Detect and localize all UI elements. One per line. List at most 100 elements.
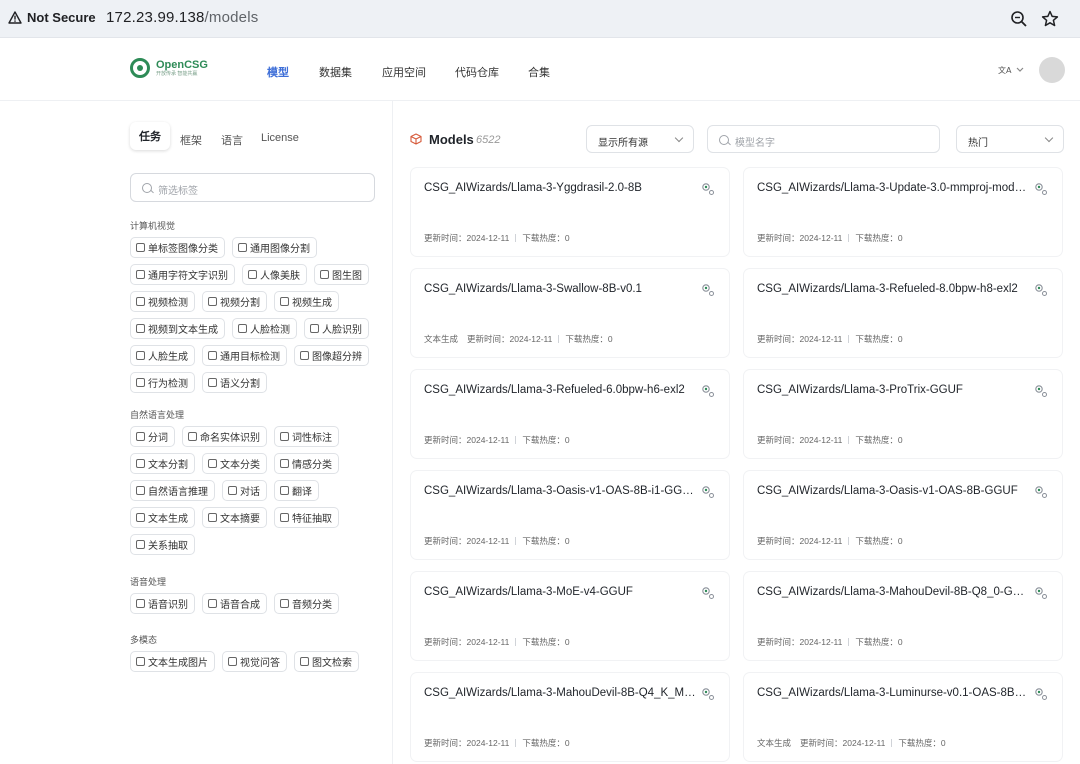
task-chip[interactable]: 对话 <box>222 480 267 501</box>
nav-models[interactable]: 模型 <box>267 64 289 80</box>
task-chip[interactable]: 图像超分辨 <box>294 345 369 366</box>
tab-framework[interactable]: 框架 <box>180 132 202 148</box>
task-icon <box>208 297 217 306</box>
model-search-input[interactable]: 模型名字 <box>707 125 940 153</box>
logo[interactable]: OpenCSG 开放传承 智能共赢 <box>130 58 208 78</box>
task-chip[interactable]: 语音合成 <box>202 593 267 614</box>
model-name[interactable]: CSG_AIWizards/Llama-3-Luminurse-v0.1-OAS… <box>757 687 1029 699</box>
model-card[interactable]: CSG_AIWizards/Llama-3-Oasis-v1-OAS-8B-GG… <box>744 471 1062 559</box>
url-field[interactable]: 172.23.99.138/models <box>106 9 258 26</box>
task-chip[interactable]: 通用图像分割 <box>232 237 317 258</box>
task-chip[interactable]: 文本生成 <box>130 507 195 528</box>
task-chip[interactable]: 人像美肤 <box>242 264 307 285</box>
tab-task[interactable]: 任务 <box>130 122 170 150</box>
task-chip[interactable]: 人脸识别 <box>304 318 369 339</box>
task-chip-label: 文本生成 <box>148 514 188 525</box>
model-card[interactable]: CSG_AIWizards/Llama-3-MahouDevil-8B-Q8_0… <box>744 572 1062 660</box>
model-card[interactable]: CSG_AIWizards/Llama-3-Luminurse-v0.1-OAS… <box>744 673 1062 761</box>
model-card[interactable]: CSG_AIWizards/Llama-3-Update-3.0-mmproj-… <box>744 168 1062 256</box>
update-date: 2024-12-11 <box>466 738 510 748</box>
task-icon <box>136 297 145 306</box>
task-chip[interactable]: 视频检测 <box>130 291 195 312</box>
nav-code[interactable]: 代码仓库 <box>455 64 499 80</box>
task-chip[interactable]: 翻译 <box>274 480 319 501</box>
model-name[interactable]: CSG_AIWizards/Llama-3-Refueled-8.0bpw-h8… <box>757 283 1029 295</box>
model-name[interactable]: CSG_AIWizards/Llama-3-MoE-v4-GGUF <box>424 586 696 598</box>
task-chip[interactable]: 人脸生成 <box>130 345 195 366</box>
nav-collections[interactable]: 合集 <box>528 64 550 80</box>
task-chip[interactable]: 视频生成 <box>274 291 339 312</box>
task-chip[interactable]: 关系抽取 <box>130 534 195 555</box>
task-chip[interactable]: 语音识别 <box>130 593 195 614</box>
nav-spaces[interactable]: 应用空间 <box>382 64 426 80</box>
task-chip[interactable]: 人脸检测 <box>232 318 297 339</box>
language-switcher[interactable]: 文A <box>998 64 1024 76</box>
security-indicator[interactable]: Not Secure <box>8 10 96 25</box>
task-icon <box>136 324 145 333</box>
task-chip-label: 文本摘要 <box>220 514 260 525</box>
task-chip[interactable]: 视觉问答 <box>222 651 287 672</box>
zoom-icon[interactable] <box>1009 9 1029 29</box>
task-chip[interactable]: 文本摘要 <box>202 507 267 528</box>
model-search-placeholder: 模型名字 <box>735 138 775 149</box>
task-chip[interactable]: 情感分类 <box>274 453 339 474</box>
model-card[interactable]: CSG_AIWizards/Llama-3-MahouDevil-8B-Q4_K… <box>411 673 729 761</box>
model-name[interactable]: CSG_AIWizards/Llama-3-MahouDevil-8B-Q4_K… <box>424 687 696 699</box>
update-label: 更新时间： <box>757 637 800 647</box>
task-chip[interactable]: 视频到文本生成 <box>130 318 225 339</box>
model-card[interactable]: CSG_AIWizards/Llama-3-ProTrix-GGUF 更新时间：2… <box>744 370 1062 458</box>
model-card[interactable]: CSG_AIWizards/Llama-3-Refueled-8.0bpw-h8… <box>744 269 1062 357</box>
task-chip-label: 通用目标检测 <box>220 352 280 363</box>
logo-name: OpenCSG <box>156 58 208 71</box>
task-chip[interactable]: 文本生成图片 <box>130 651 215 672</box>
task-chip[interactable]: 命名实体识别 <box>182 426 267 447</box>
model-name[interactable]: CSG_AIWizards/Llama-3-Swallow-8B-v0.1 <box>424 283 696 295</box>
model-card[interactable]: CSG_AIWizards/Llama-3-MoE-v4-GGUF 更新时间：20… <box>411 572 729 660</box>
tab-license[interactable]: License <box>261 132 299 144</box>
tab-language[interactable]: 语言 <box>221 132 243 148</box>
url-path: /models <box>204 9 259 26</box>
update-label: 更新时间： <box>757 233 800 243</box>
task-chip[interactable]: 特征抽取 <box>274 507 339 528</box>
tag-filter-input[interactable]: 筛选标签 <box>130 173 375 202</box>
source-select[interactable]: 显示所有源 <box>586 125 694 153</box>
task-icon <box>136 243 145 252</box>
bookmark-star-icon[interactable] <box>1040 9 1060 29</box>
nav-datasets[interactable]: 数据集 <box>319 64 352 80</box>
sort-select[interactable]: 热门 <box>956 125 1064 153</box>
download-label: 下载热度： <box>855 435 898 445</box>
model-card[interactable]: CSG_AIWizards/Llama-3-Swallow-8B-v0.1 文本生… <box>411 269 729 357</box>
model-name[interactable]: CSG_AIWizards/Llama-3-Update-3.0-mmproj-… <box>757 182 1029 194</box>
divider <box>392 101 393 764</box>
task-chip[interactable]: 分词 <box>130 426 175 447</box>
meta-separator <box>848 234 850 242</box>
task-chip[interactable]: 词性标注 <box>274 426 339 447</box>
task-chip[interactable]: 通用字符文字识别 <box>130 264 235 285</box>
task-chip[interactable]: 视频分割 <box>202 291 267 312</box>
model-name[interactable]: CSG_AIWizards/Llama-3-MahouDevil-8B-Q8_0… <box>757 586 1029 598</box>
task-chip[interactable]: 文本分类 <box>202 453 267 474</box>
task-icon <box>228 486 237 495</box>
task-chip[interactable]: 自然语言推理 <box>130 480 215 501</box>
model-name[interactable]: CSG_AIWizards/Llama-3-Oasis-v1-OAS-8B-i1… <box>424 485 696 497</box>
task-chip[interactable]: 音频分类 <box>274 593 339 614</box>
task-chip[interactable]: 图生图 <box>314 264 369 285</box>
model-name[interactable]: CSG_AIWizards/Llama-3-ProTrix-GGUF <box>757 384 1029 396</box>
model-name[interactable]: CSG_AIWizards/Llama-3-Refueled-6.0bpw-h6… <box>424 384 696 396</box>
model-name[interactable]: CSG_AIWizards/Llama-3-Yggdrasil-2.0-8B <box>424 182 696 194</box>
download-label: 下载热度： <box>522 738 565 748</box>
model-card[interactable]: CSG_AIWizards/Llama-3-Refueled-6.0bpw-h6… <box>411 370 729 458</box>
task-chip[interactable]: 单标签图像分类 <box>130 237 225 258</box>
task-chip[interactable]: 语义分割 <box>202 372 267 393</box>
model-name[interactable]: CSG_AIWizards/Llama-3-Oasis-v1-OAS-8B-GG… <box>757 485 1029 497</box>
task-chip[interactable]: 图文检索 <box>294 651 359 672</box>
model-card[interactable]: CSG_AIWizards/Llama-3-Oasis-v1-OAS-8B-i1… <box>411 471 729 559</box>
task-chip[interactable]: 文本分割 <box>130 453 195 474</box>
avatar[interactable] <box>1039 57 1065 83</box>
task-chip[interactable]: 通用目标检测 <box>202 345 287 366</box>
model-source-icon <box>702 486 714 498</box>
model-card[interactable]: CSG_AIWizards/Llama-3-Yggdrasil-2.0-8B 更新… <box>411 168 729 256</box>
meta-separator <box>515 537 517 545</box>
task-chip[interactable]: 行为检测 <box>130 372 195 393</box>
task-chip-label: 文本分类 <box>220 460 260 471</box>
